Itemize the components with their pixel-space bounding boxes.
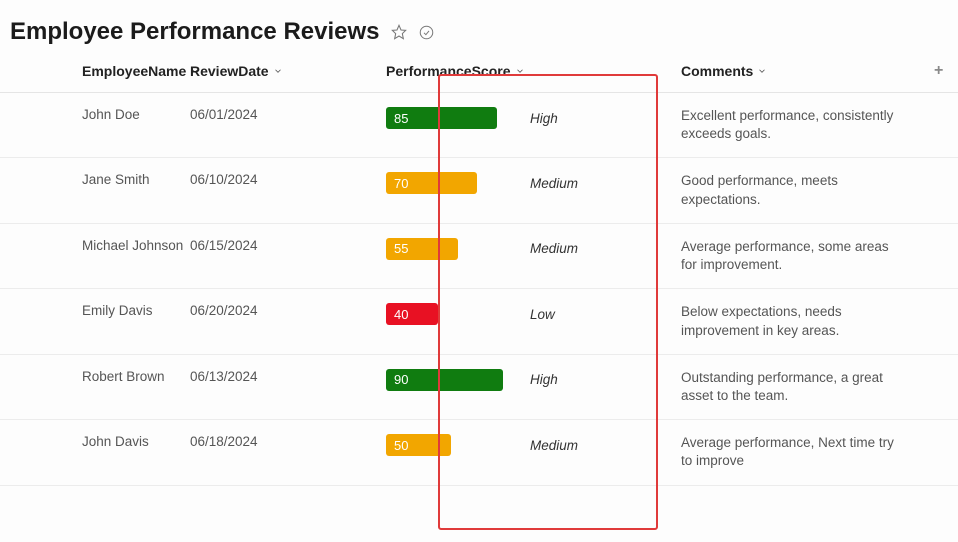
cell-comments: Outstanding performance, a great asset t…: [616, 369, 958, 405]
score-level: Medium: [530, 176, 578, 191]
cell-review-date: 06/15/2024: [190, 238, 366, 253]
cell-performance-score: 85 High: [366, 107, 616, 129]
cell-employee-name: Robert Brown: [0, 369, 190, 384]
col-header-date-label: ReviewDate: [190, 63, 269, 79]
table-row[interactable]: John Doe06/01/2024 85 High Excellent perfor…: [0, 93, 958, 158]
cell-comments: Excellent performance, consistently exce…: [616, 107, 958, 143]
check-circle-icon[interactable]: [418, 23, 436, 41]
chevron-down-icon: [515, 66, 525, 76]
score-level: Medium: [530, 438, 578, 453]
cell-comments: Average performance, Next time try to im…: [616, 434, 958, 470]
cell-comments: Good performance, meets expectations.: [616, 172, 958, 208]
score-bar-fill: 90: [386, 369, 503, 391]
score-level: Medium: [530, 241, 578, 256]
plus-icon: +: [934, 62, 943, 80]
cell-performance-score: 40 Low: [366, 303, 616, 325]
cell-comments: Below expectations, needs improvement in…: [616, 303, 958, 339]
page-title: Employee Performance Reviews: [10, 18, 380, 46]
cell-employee-name: Jane Smith: [0, 172, 190, 187]
star-icon[interactable]: [390, 23, 408, 41]
col-header-name-label: EmployeeName: [82, 63, 186, 79]
cell-review-date: 06/20/2024: [190, 303, 366, 318]
cell-employee-name: John Davis: [0, 434, 190, 449]
col-header-name[interactable]: EmployeeName: [0, 63, 190, 79]
col-header-score[interactable]: PerformanceScore: [366, 63, 616, 79]
cell-review-date: 06/10/2024: [190, 172, 366, 187]
cell-employee-name: Emily Davis: [0, 303, 190, 318]
col-header-comments[interactable]: Comments: [616, 63, 934, 79]
cell-review-date: 06/13/2024: [190, 369, 366, 384]
cell-employee-name: John Doe: [0, 107, 190, 122]
score-level: High: [530, 111, 558, 126]
score-bar-fill: 50: [386, 434, 451, 456]
table-header-row: EmployeeName ReviewDate PerformanceScore…: [0, 62, 958, 93]
score-bar: 70: [386, 172, 516, 194]
score-bar-fill: 55: [386, 238, 458, 260]
score-level: High: [530, 372, 558, 387]
add-column-button[interactable]: +: [934, 62, 958, 80]
chevron-down-icon: [273, 66, 283, 76]
col-header-score-label: PerformanceScore: [386, 63, 511, 79]
cell-performance-score: 55 Medium: [366, 238, 616, 260]
cell-review-date: 06/01/2024: [190, 107, 366, 122]
score-bar: 90: [386, 369, 516, 391]
cell-performance-score: 90 High: [366, 369, 616, 391]
page-header: Employee Performance Reviews: [0, 0, 958, 62]
score-bar-fill: 40: [386, 303, 438, 325]
score-bar: 85: [386, 107, 516, 129]
table-row[interactable]: Jane Smith06/10/2024 70 Medium Good perform…: [0, 158, 958, 223]
score-bar-fill: 85: [386, 107, 497, 129]
cell-performance-score: 70 Medium: [366, 172, 616, 194]
score-bar: 55: [386, 238, 516, 260]
score-bar-fill: 70: [386, 172, 477, 194]
cell-employee-name: Michael Johnson: [0, 238, 190, 253]
cell-review-date: 06/18/2024: [190, 434, 366, 449]
table-row[interactable]: Michael Johnson06/15/2024 55 Medium Average…: [0, 224, 958, 289]
cell-performance-score: 50 Medium: [366, 434, 616, 456]
table-row[interactable]: Emily Davis06/20/2024 40 Low Below expectat…: [0, 289, 958, 354]
score-bar: 50: [386, 434, 516, 456]
score-bar: 40: [386, 303, 516, 325]
reviews-table: EmployeeName ReviewDate PerformanceScore…: [0, 62, 958, 486]
score-level: Low: [530, 307, 555, 322]
cell-comments: Average performance, some areas for impr…: [616, 238, 958, 274]
table-row[interactable]: John Davis06/18/2024 50 Medium Average perf…: [0, 420, 958, 485]
chevron-down-icon: [757, 66, 767, 76]
col-header-date[interactable]: ReviewDate: [190, 63, 366, 79]
col-header-comments-label: Comments: [681, 63, 753, 79]
table-row[interactable]: Robert Brown06/13/2024 90 High Outstanding …: [0, 355, 958, 420]
